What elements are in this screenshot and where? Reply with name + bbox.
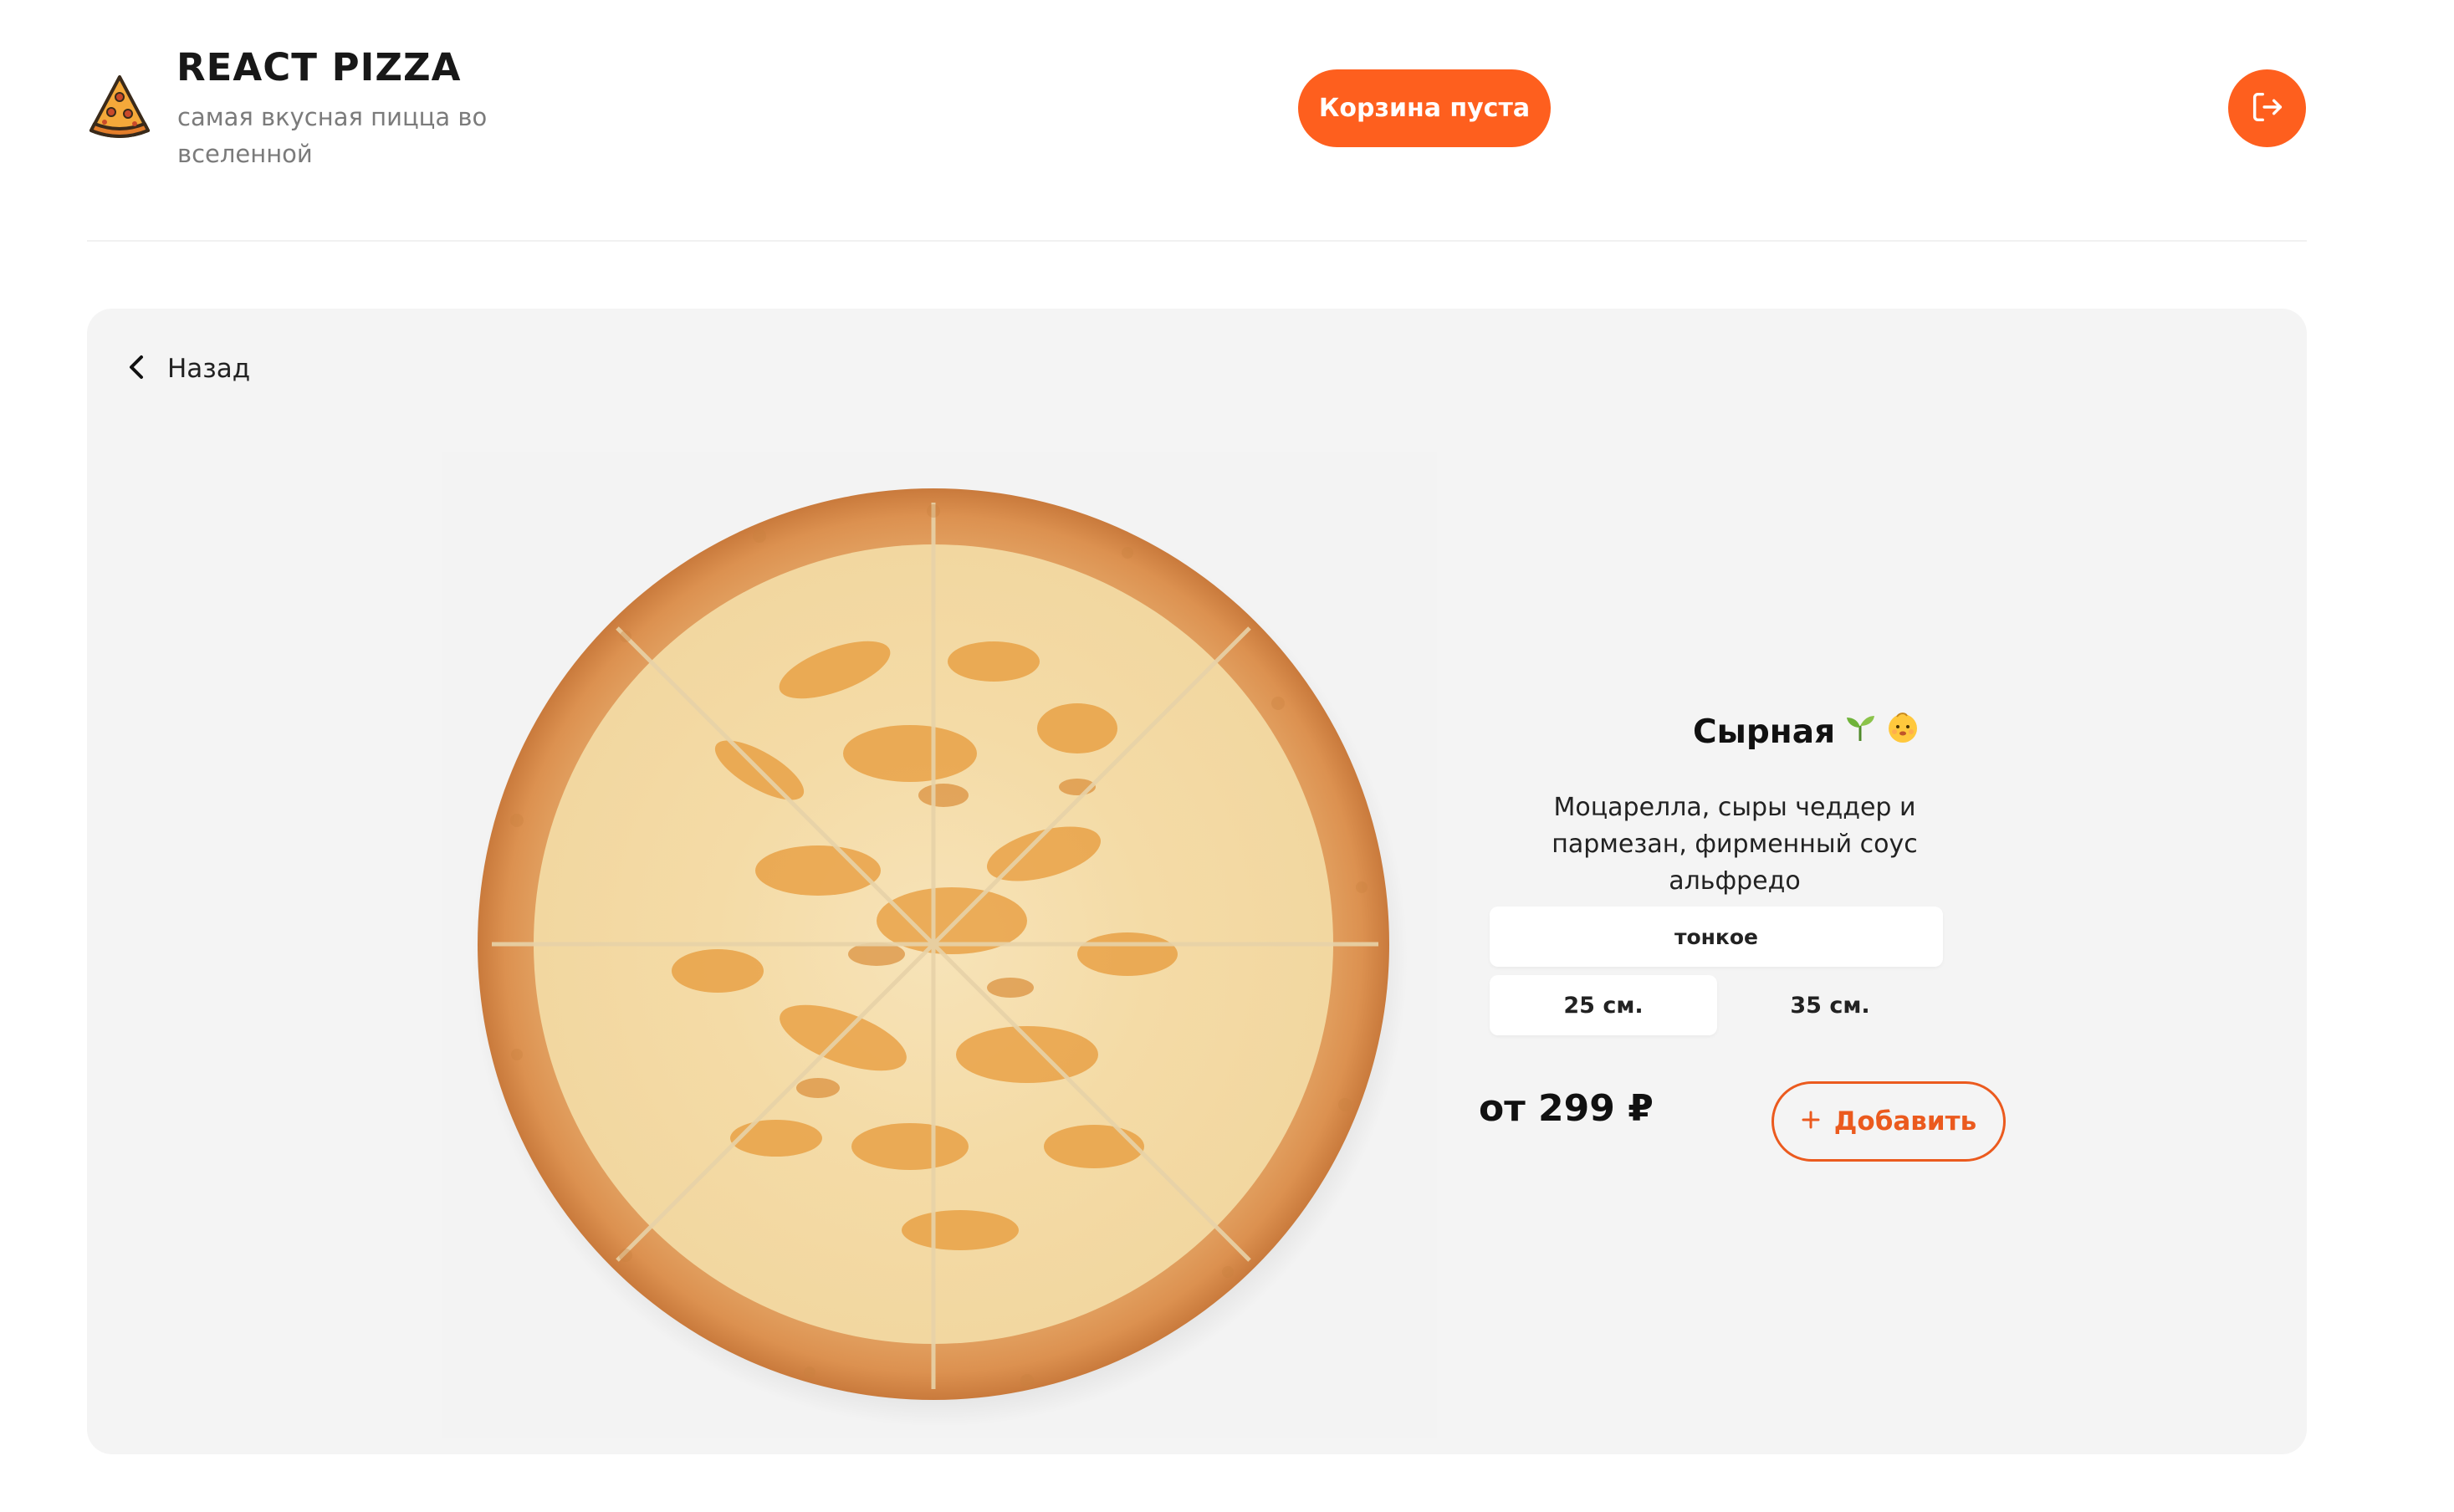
size-option-35[interactable]: 35 см. — [1716, 975, 1944, 1035]
product-description: Моцарелла, сыры чеддер и пармезан, фирме… — [1552, 793, 1918, 896]
logout-icon — [2248, 88, 2287, 129]
size-option-25[interactable]: 25 см. — [1490, 975, 1717, 1035]
product-price: от 299 ₽ — [1479, 1087, 1654, 1130]
header: REACT PIZZA самая вкусная пицца во вселе… — [0, 0, 2454, 243]
sprout-icon — [1843, 711, 1877, 753]
product-name: Сырная — [1693, 713, 1836, 751]
baby-face-icon — [1885, 710, 1920, 753]
brand-title: REACT PIZZA — [176, 45, 462, 89]
add-to-cart-button[interactable]: Добавить — [1771, 1081, 2006, 1162]
logout-button[interactable] — [2228, 69, 2306, 147]
pizza-image — [442, 452, 1437, 1438]
brand-subtitle: самая вкусная пицца во вселенной — [177, 103, 488, 168]
dough-type-option[interactable]: тонкое — [1490, 907, 1943, 967]
add-label: Добавить — [1833, 1106, 1977, 1137]
header-divider — [87, 240, 2307, 242]
cart-button[interactable]: Корзина пуста — [1298, 69, 1551, 147]
page: REACT PIZZA самая вкусная пицца во вселе… — [0, 0, 2454, 1512]
product-title: Сырная — [1693, 710, 1920, 753]
product-card: Назад Сырная Моцарелла, сыры чеддер и па… — [87, 309, 2307, 1454]
back-label: Назад — [167, 354, 251, 384]
pizza-slice-icon[interactable] — [84, 72, 155, 142]
plus-icon — [1801, 1106, 1821, 1137]
chevron-left-icon — [127, 354, 146, 384]
back-button[interactable]: Назад — [127, 344, 250, 394]
